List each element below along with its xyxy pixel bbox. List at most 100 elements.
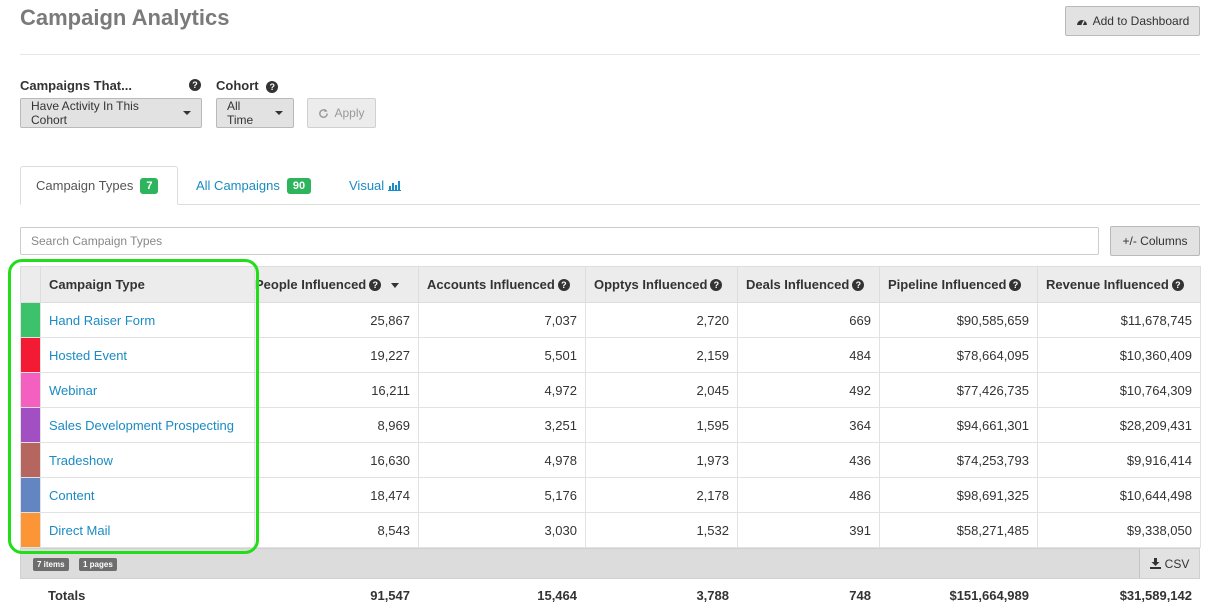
cohort-dropdown-value: All Time <box>227 99 254 127</box>
revenue-influenced-cell: $28,209,431 <box>1037 407 1201 443</box>
question-circle-icon[interactable]: ? <box>266 81 279 93</box>
csv-label: CSV <box>1164 556 1190 571</box>
dashboard-icon <box>1076 19 1087 25</box>
table-row: Webinar 16,211 4,972 2,045 492 $77,426,735 $10… <box>20 372 1201 408</box>
question-circle-icon[interactable]: ? <box>852 279 865 291</box>
question-circle-icon[interactable]: ? <box>1009 279 1022 291</box>
deals-influenced-cell: 486 <box>737 477 880 513</box>
campaign-types-table: Campaign Type People Influenced? Account… <box>20 266 1201 548</box>
pipeline-influenced-cell: $77,426,735 <box>879 372 1038 408</box>
accounts-influenced-cell: 7,037 <box>418 302 586 338</box>
accounts-influenced-cell: 3,251 <box>418 407 586 443</box>
tab-label: All Campaigns <box>196 178 280 193</box>
totals-revenue: $31,589,142 <box>1119 588 1192 603</box>
campaign-type-link[interactable]: Sales Development Prospecting <box>40 407 255 443</box>
count-badge: 7 <box>140 177 159 194</box>
totals-pipeline: $151,664,989 <box>949 588 1029 603</box>
people-influenced-header[interactable]: People Influenced? <box>254 266 419 303</box>
people-influenced-cell: 18,474 <box>254 477 419 513</box>
accounts-influenced-cell: 4,978 <box>418 442 586 478</box>
opptys-influenced-cell: 1,595 <box>585 407 738 443</box>
tab-label: Campaign Types <box>36 178 134 193</box>
campaign-type-header[interactable]: Campaign Type <box>40 266 255 303</box>
pipeline-influenced-cell: $94,661,301 <box>879 407 1038 443</box>
campaign-type-link[interactable]: Hosted Event <box>40 337 255 373</box>
campaigns-filter-label: Campaigns That... <box>20 78 132 93</box>
opptys-influenced-cell: 2,178 <box>585 477 738 513</box>
cohort-dropdown[interactable]: All Time <box>216 98 294 128</box>
table-row: Tradeshow 16,630 4,978 1,973 436 $74,253,793 $… <box>20 442 1201 478</box>
deals-influenced-cell: 484 <box>737 337 880 373</box>
table-row: Content 18,474 5,176 2,178 486 $98,691,325 $10… <box>20 477 1201 513</box>
revenue-influenced-cell: $9,338,050 <box>1037 512 1201 548</box>
deals-influenced-header[interactable]: Deals Influenced? <box>737 266 880 303</box>
pages-count-badge: 1 pages <box>79 558 117 571</box>
apply-button[interactable]: Apply <box>307 98 376 128</box>
totals-deals: 748 <box>849 588 871 603</box>
accounts-influenced-header[interactable]: Accounts Influenced? <box>418 266 586 303</box>
row-color-swatch <box>20 442 41 478</box>
columns-button[interactable]: +/- Columns <box>1110 226 1200 256</box>
totals-row: Totals 91,547 15,464 3,788 748 $151,664,… <box>20 584 1200 606</box>
totals-opptys: 3,788 <box>696 588 729 603</box>
add-to-dashboard-button[interactable]: Add to Dashboard <box>1065 6 1200 36</box>
pipeline-influenced-cell: $98,691,325 <box>879 477 1038 513</box>
table-footer-pager: 7 items 1 pages CSV <box>20 548 1200 579</box>
revenue-influenced-cell: $10,360,409 <box>1037 337 1201 373</box>
opptys-influenced-cell: 2,159 <box>585 337 738 373</box>
people-influenced-cell: 19,227 <box>254 337 419 373</box>
campaigns-dropdown[interactable]: Have Activity In This Cohort <box>20 98 202 128</box>
revenue-influenced-cell: $11,678,745 <box>1037 302 1201 338</box>
sort-desc-icon[interactable] <box>391 283 400 288</box>
opptys-influenced-cell: 2,720 <box>585 302 738 338</box>
tab-campaign-types[interactable]: Campaign Types 7 <box>20 166 178 205</box>
caret-down-icon <box>183 111 191 115</box>
download-icon <box>1149 558 1161 569</box>
campaign-type-link[interactable]: Content <box>40 477 255 513</box>
revenue-influenced-header[interactable]: Revenue Influenced? <box>1037 266 1201 303</box>
pipeline-influenced-cell: $58,271,485 <box>879 512 1038 548</box>
campaigns-dropdown-value: Have Activity In This Cohort <box>31 99 139 127</box>
campaign-type-link[interactable]: Hand Raiser Form <box>40 302 255 338</box>
tab-label: Visual <box>349 178 385 193</box>
accounts-influenced-cell: 5,176 <box>418 477 586 513</box>
revenue-influenced-cell: $9,916,414 <box>1037 442 1201 478</box>
question-circle-icon[interactable]: ? <box>557 279 570 291</box>
add-to-dashboard-label: Add to Dashboard <box>1092 14 1190 28</box>
revenue-influenced-cell: $10,764,309 <box>1037 372 1201 408</box>
deals-influenced-cell: 492 <box>737 372 880 408</box>
row-color-swatch <box>20 407 41 443</box>
pipeline-influenced-header[interactable]: Pipeline Influenced? <box>879 266 1038 303</box>
accounts-influenced-cell: 5,501 <box>418 337 586 373</box>
campaign-type-link[interactable]: Direct Mail <box>40 512 255 548</box>
totals-people: 91,547 <box>370 588 410 603</box>
tab-all-campaigns[interactable]: All Campaigns 90 <box>196 166 312 205</box>
bar-chart-icon <box>388 181 402 191</box>
search-input[interactable] <box>20 227 1099 255</box>
question-circle-icon[interactable]: ? <box>189 79 201 91</box>
campaign-type-link[interactable]: Tradeshow <box>40 442 255 478</box>
page-title: Campaign Analytics <box>20 5 230 30</box>
deals-influenced-cell: 436 <box>737 442 880 478</box>
count-badge: 90 <box>286 177 312 194</box>
question-circle-icon[interactable]: ? <box>1171 279 1184 291</box>
table-row: Hand Raiser Form 25,867 7,037 2,720 669 $90,5… <box>20 302 1201 338</box>
people-influenced-cell: 8,543 <box>254 512 419 548</box>
opptys-influenced-header[interactable]: Opptys Influenced? <box>585 266 738 303</box>
people-influenced-cell: 16,211 <box>254 372 419 408</box>
table-row: Sales Development Prospecting 8,969 3,251 1… <box>20 407 1201 443</box>
pipeline-influenced-cell: $78,664,095 <box>879 337 1038 373</box>
csv-download-button[interactable]: CSV <box>1139 549 1199 578</box>
apply-label: Apply <box>334 106 365 120</box>
campaign-type-link[interactable]: Webinar <box>40 372 255 408</box>
tab-visual[interactable]: Visual <box>349 166 402 205</box>
pipeline-influenced-cell: $90,585,659 <box>879 302 1038 338</box>
question-circle-icon[interactable]: ? <box>710 279 723 291</box>
table-header-row: Campaign Type People Influenced? Account… <box>20 266 1201 303</box>
items-count-badge: 7 items <box>33 558 69 571</box>
deals-influenced-cell: 669 <box>737 302 880 338</box>
question-circle-icon[interactable]: ? <box>369 279 382 291</box>
totals-accounts: 15,464 <box>537 588 577 603</box>
row-color-swatch <box>20 477 41 513</box>
row-color-swatch <box>20 302 41 338</box>
